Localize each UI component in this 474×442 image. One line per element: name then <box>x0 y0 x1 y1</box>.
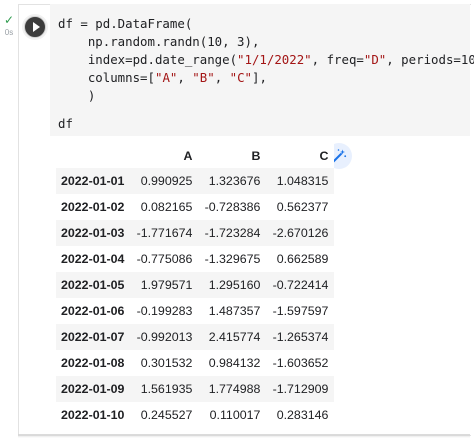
code-editor[interactable]: df = pd.DataFrame( np.random.randn(10, 3… <box>50 4 474 136</box>
table-cell: -1.771674 <box>136 226 193 240</box>
table-cell: 0.984132 <box>208 356 261 370</box>
code-text: index=pd.date_range( <box>58 52 238 67</box>
code-line: ) <box>58 88 96 103</box>
code-line: df <box>58 116 73 131</box>
execution-time: 0s <box>4 28 14 37</box>
table-cell: -0.199283 <box>136 304 193 318</box>
table-cell: 0.301532 <box>140 356 193 370</box>
table-row: 2022-01-04 -0.775086 -1.329675 0.662589 <box>56 246 335 272</box>
table-row: 2022-01-05 1.979571 1.295160 -0.722414 <box>56 272 335 298</box>
code-text: , freq= <box>311 52 364 67</box>
table-cell: 2.415774 <box>208 330 261 344</box>
row-index: 2022-01-07 <box>61 330 125 344</box>
table-cell: 0.245527 <box>140 408 193 422</box>
code-string: "A" <box>154 70 178 85</box>
row-index: 2022-01-06 <box>61 304 125 318</box>
run-cell-button[interactable] <box>24 16 46 38</box>
table-row: 2022-01-02 0.082165 -0.728386 0.562377 <box>56 194 335 220</box>
code-line: index=pd.date_range("1/1/2022", freq="D"… <box>58 52 474 68</box>
cell-shadow <box>18 434 470 438</box>
row-index: 2022-01-05 <box>61 278 125 292</box>
table-row: 2022-01-09 1.561935 1.774988 -1.712909 <box>56 376 335 402</box>
column-header: C <box>266 144 335 168</box>
table-cell: 1.774988 <box>208 382 261 396</box>
table-cell: 1.323676 <box>208 174 261 188</box>
table-row: 2022-01-08 0.301532 0.984132 -1.603652 <box>56 350 335 376</box>
code-string: "1/1/2022" <box>237 52 312 67</box>
table-cell: -1.265374 <box>272 330 329 344</box>
code-string: "B" <box>192 70 215 85</box>
code-text: ], <box>252 70 267 85</box>
row-index: 2022-01-03 <box>61 226 125 240</box>
row-index: 2022-01-01 <box>61 174 125 188</box>
table-cell: 0.662589 <box>276 252 329 266</box>
notebook-frame: ✓ 0s df = pd.DataFrame( np.random.randn(… <box>0 0 474 442</box>
code-line: df = pd.DataFrame( <box>58 16 193 31</box>
row-index: 2022-01-09 <box>61 382 125 396</box>
table-cell: 1.561935 <box>140 382 193 396</box>
table-cell: 0.082165 <box>140 200 193 214</box>
table-cell: 0.990925 <box>140 174 193 188</box>
table-row: 2022-01-01 0.990925 1.323676 1.048315 <box>56 168 335 194</box>
table-cell: -0.992013 <box>136 330 193 344</box>
code-string: "C" <box>229 70 252 85</box>
column-header: A <box>130 144 199 168</box>
row-index: 2022-01-10 <box>61 408 125 422</box>
table-cell: -1.723284 <box>204 226 261 240</box>
code-string: "D" <box>363 52 387 67</box>
code-text: , periods= <box>386 52 461 67</box>
row-index: 2022-01-02 <box>61 200 125 214</box>
code-text: np.random.randn(10, 3), <box>58 34 260 49</box>
table-cell: -1.329675 <box>204 252 261 266</box>
table-header-row: A B C <box>56 144 335 168</box>
table-cell: 1.487357 <box>208 304 261 318</box>
table-cell: 1.979571 <box>140 278 193 292</box>
table-cell: -0.728386 <box>204 200 261 214</box>
index-header <box>56 144 131 168</box>
table-cell: 0.110017 <box>209 408 261 422</box>
code-line: columns=["A", "B", "C"], <box>58 70 267 86</box>
code-line: np.random.randn(10, 3), <box>58 34 260 50</box>
table-row: 2022-01-03 -1.771674 -1.723284 -2.670126 <box>56 220 335 246</box>
row-index: 2022-01-04 <box>61 252 125 266</box>
table-row: 2022-01-06 -0.199283 1.487357 -1.597597 <box>56 298 335 324</box>
table-row: 2022-01-10 0.245527 0.110017 0.283146 <box>56 402 335 428</box>
row-index: 2022-01-08 <box>61 356 125 370</box>
table-cell: 1.048315 <box>276 174 329 188</box>
table-cell: 1.295160 <box>208 278 261 292</box>
table-cell: -1.603652 <box>272 356 329 370</box>
table-cell: -1.712909 <box>272 382 329 396</box>
column-header: B <box>198 144 267 168</box>
table-row: 2022-01-07 -0.992013 2.415774 -1.265374 <box>56 324 335 350</box>
table-cell: 0.562377 <box>276 200 329 214</box>
cell-gutter: ✓ 0s <box>0 14 18 38</box>
table-cell: 0.283146 <box>276 408 329 422</box>
dataframe-output: A B C 2022-01-01 0.990925 1.323676 1.048315… <box>56 144 335 428</box>
play-icon <box>33 22 40 32</box>
table-cell: -2.670126 <box>272 226 329 240</box>
table-cell: -1.597597 <box>272 304 329 318</box>
table-cell: -0.722414 <box>272 278 329 292</box>
code-text: , <box>177 70 193 85</box>
table-cell: -0.775086 <box>136 252 193 266</box>
code-number: 10 <box>460 52 474 67</box>
code-text: , <box>214 70 230 85</box>
check-icon: ✓ <box>3 13 15 27</box>
code-text: columns=[ <box>58 70 155 85</box>
